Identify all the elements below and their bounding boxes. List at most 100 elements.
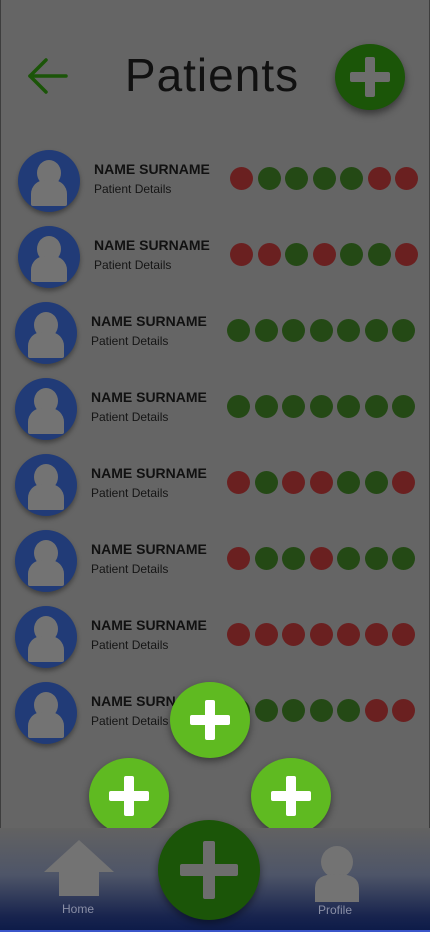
fab-menu-left-button[interactable] <box>89 758 169 834</box>
status-dot-red <box>282 471 305 494</box>
status-dot-green <box>285 243 308 266</box>
status-dot-red <box>282 623 305 646</box>
fab-menu-right-button[interactable] <box>251 758 331 834</box>
status-dots <box>227 699 415 722</box>
status-dot-green <box>392 547 415 570</box>
status-dot-green <box>367 243 391 266</box>
avatar-icon <box>15 378 77 440</box>
status-dot-green <box>364 395 388 418</box>
status-dot-green <box>337 395 360 418</box>
status-dot-green <box>309 395 333 418</box>
status-dot-red <box>257 243 281 266</box>
status-dot-green <box>254 471 278 494</box>
status-dot-green <box>282 395 305 418</box>
fab-menu-top-button[interactable] <box>170 682 250 758</box>
status-dot-green <box>282 319 305 342</box>
status-dot-green <box>337 471 360 494</box>
patient-row[interactable]: NAME SURNAME Patient Details <box>0 147 430 217</box>
status-dot-green <box>254 395 278 418</box>
status-dot-red <box>309 547 333 570</box>
status-dot-green <box>337 699 360 722</box>
home-icon <box>44 840 114 896</box>
status-dots <box>230 243 418 266</box>
status-dot-green <box>254 547 278 570</box>
status-dot-green <box>254 699 278 722</box>
avatar-icon <box>15 454 77 516</box>
nav-home[interactable] <box>42 838 116 908</box>
patient-details: Patient Details <box>91 410 169 424</box>
patient-details: Patient Details <box>91 714 169 728</box>
status-dot-red <box>230 243 253 266</box>
patient-row[interactable]: NAME SURNAME Patient Details <box>0 527 430 597</box>
status-dot-green <box>254 319 278 342</box>
status-dot-red <box>392 471 415 494</box>
status-dot-red <box>227 471 250 494</box>
status-dots <box>230 167 418 190</box>
status-dot-green <box>340 243 363 266</box>
status-dot-red <box>364 699 388 722</box>
nav-profile[interactable] <box>312 844 362 904</box>
nav-home-label: Home <box>62 902 95 916</box>
patient-details: Patient Details <box>91 638 169 652</box>
status-dot-red <box>227 547 250 570</box>
patient-name: NAME SURNAME <box>91 541 207 557</box>
status-dot-red <box>254 623 278 646</box>
status-dot-green <box>364 471 388 494</box>
status-dot-green <box>392 319 415 342</box>
patient-row[interactable]: NAME SURNAME Patient Details <box>0 223 430 293</box>
status-dot-red <box>309 471 333 494</box>
patient-name: NAME SURNAME <box>94 237 210 253</box>
patient-details: Patient Details <box>94 182 172 196</box>
patient-details: Patient Details <box>94 258 172 272</box>
avatar-icon <box>15 302 77 364</box>
avatar-icon <box>18 226 80 288</box>
status-dot-red <box>395 167 418 190</box>
status-dot-green <box>337 547 360 570</box>
patient-name: NAME SURNAME <box>91 465 207 481</box>
center-add-button[interactable] <box>158 820 260 920</box>
patient-row[interactable]: NAME SURNAME Patient Details <box>0 299 430 369</box>
status-dot-green <box>364 319 388 342</box>
status-dot-red <box>337 623 360 646</box>
status-dot-red <box>312 243 336 266</box>
add-patient-button[interactable] <box>335 44 405 110</box>
patient-name: NAME SURNAME <box>91 313 207 329</box>
status-dot-green <box>309 699 333 722</box>
status-dots <box>227 319 415 342</box>
status-dot-green <box>227 319 250 342</box>
avatar-icon <box>15 682 77 744</box>
status-dot-green <box>364 547 388 570</box>
status-dot-green <box>282 699 305 722</box>
patient-details: Patient Details <box>91 334 169 348</box>
patient-name: NAME SURNAME <box>91 617 207 633</box>
status-dots <box>227 395 415 418</box>
patient-details: Patient Details <box>91 562 169 576</box>
status-dot-green <box>282 547 305 570</box>
status-dot-green <box>340 167 363 190</box>
nav-profile-label: Profile <box>318 903 353 917</box>
status-dot-red <box>364 623 388 646</box>
patient-details: Patient Details <box>91 486 169 500</box>
status-dot-green <box>312 167 336 190</box>
avatar-icon <box>15 530 77 592</box>
patient-row[interactable]: NAME SURNAME Patient Details <box>0 603 430 673</box>
status-dot-red <box>227 623 250 646</box>
person-icon <box>315 846 359 902</box>
status-dot-red <box>395 243 418 266</box>
patient-name: NAME SURNAME <box>91 389 207 405</box>
status-dot-red <box>392 699 415 722</box>
status-dot-green <box>309 319 333 342</box>
patient-row[interactable]: NAME SURNAME Patient Details <box>0 375 430 445</box>
status-dot-green <box>257 167 281 190</box>
status-dot-red <box>230 167 253 190</box>
status-dot-green <box>227 395 250 418</box>
status-dots <box>227 471 415 494</box>
status-dot-red <box>392 623 415 646</box>
status-dot-green <box>392 395 415 418</box>
patient-row[interactable]: NAME SURNAME Patient Details <box>0 451 430 521</box>
avatar-icon <box>15 606 77 668</box>
screen-overlay: Patients NAME SURNAME Patient Details NAME… <box>0 0 430 932</box>
avatar-icon <box>18 150 80 212</box>
patient-name: NAME SURNAME <box>94 161 210 177</box>
page-title-text: Patients <box>124 49 300 101</box>
